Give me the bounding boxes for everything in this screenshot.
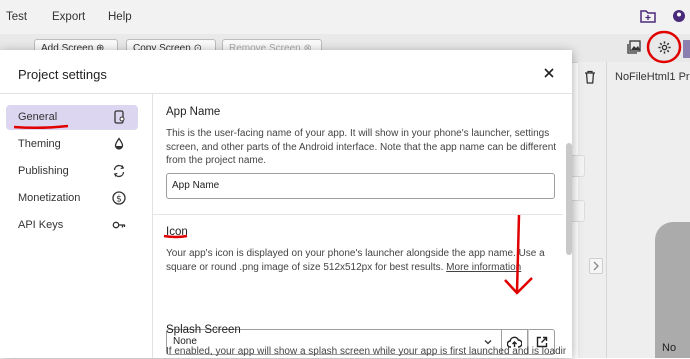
- nav-item-label: Theming: [18, 138, 61, 150]
- dollar-icon: $: [112, 191, 126, 205]
- ghost-field: [572, 155, 585, 177]
- chevron-right-icon[interactable]: [589, 258, 603, 274]
- splash-screen-heading: Splash Screen: [166, 324, 241, 336]
- splash-screen-description: If enabled, your app will show a splash …: [166, 346, 566, 357]
- app-name-input[interactable]: App Name: [166, 173, 555, 199]
- project-settings-dialog: Project settings General Theming Publish…: [0, 50, 572, 358]
- menu-bar: Test Export Help: [0, 0, 690, 34]
- trash-icon[interactable]: [584, 70, 596, 84]
- nav-item-general[interactable]: General: [6, 105, 138, 130]
- nav-item-publishing[interactable]: Publishing: [6, 159, 138, 184]
- key-icon: [112, 221, 126, 229]
- preview-image: [655, 222, 690, 358]
- panel-divider: [606, 62, 607, 358]
- menu-export[interactable]: Export: [52, 11, 85, 23]
- paint-drop-icon: [114, 137, 124, 150]
- dialog-title: Project settings: [18, 67, 107, 82]
- nav-item-theming[interactable]: Theming: [6, 132, 138, 157]
- nav-item-label: Monetization: [18, 192, 81, 204]
- panel-strip: [683, 40, 690, 58]
- icon-description: Your app's icon is displayed on your pho…: [166, 248, 545, 273]
- phone-settings-icon: [114, 110, 125, 124]
- right-panel-title: NoFileHtml1 Pro: [615, 71, 690, 83]
- menu-test[interactable]: Test: [6, 11, 27, 23]
- menu-help[interactable]: Help: [108, 11, 132, 23]
- icon-heading: Icon: [166, 226, 188, 238]
- preview-label: No: [662, 342, 677, 354]
- settings-nav: General Theming Publishing Monetization …: [0, 94, 153, 358]
- nav-item-api-keys[interactable]: API Keys: [6, 213, 138, 238]
- gear-icon[interactable]: [657, 40, 672, 55]
- close-icon[interactable]: [542, 66, 556, 80]
- nav-item-label: API Keys: [18, 219, 64, 231]
- folder-add-icon[interactable]: [640, 9, 656, 23]
- nav-item-label: Publishing: [18, 165, 69, 177]
- app-name-heading: App Name: [166, 106, 221, 118]
- app-name-description: This is the user-facing name of your app…: [166, 128, 557, 166]
- scrollbar-thumb[interactable]: [566, 143, 572, 255]
- section-divider: [153, 214, 563, 215]
- sync-icon: [113, 164, 125, 178]
- svg-text:$: $: [116, 194, 122, 204]
- settings-content: App Name This is the user-facing name of…: [153, 94, 563, 358]
- nav-item-monetization[interactable]: Monetization $: [6, 186, 138, 211]
- ghost-field: [572, 200, 585, 222]
- account-icon[interactable]: [671, 9, 687, 23]
- nav-item-label: General: [18, 111, 58, 123]
- gallery-icon[interactable]: [627, 40, 641, 54]
- more-information-link[interactable]: More information: [446, 262, 521, 273]
